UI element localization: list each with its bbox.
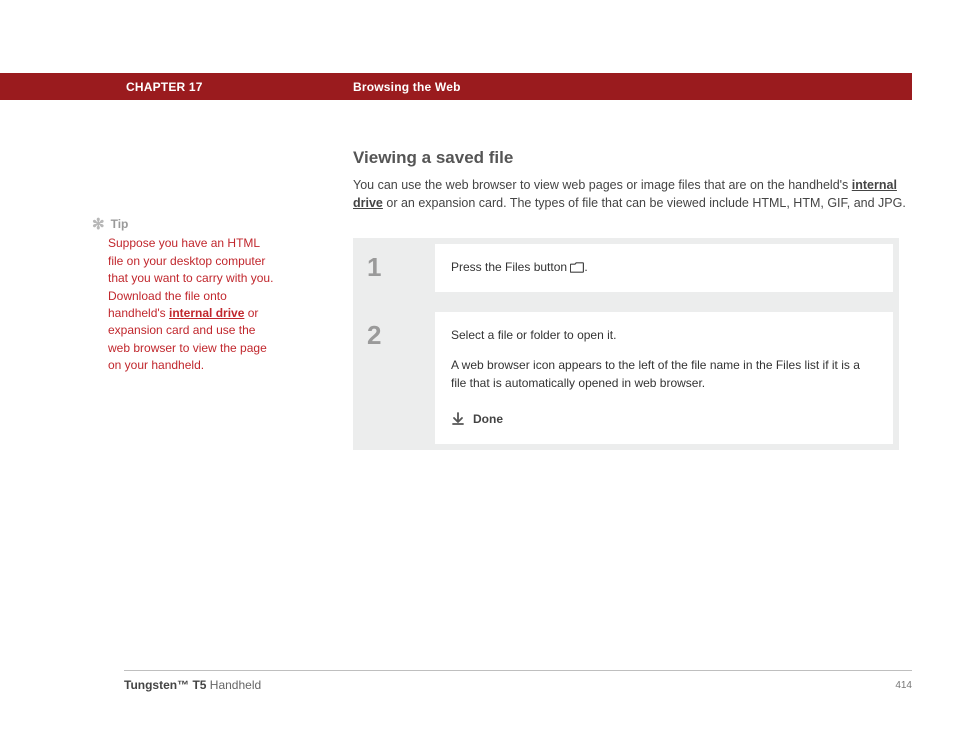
intro-paragraph: You can use the web browser to view web …	[353, 176, 909, 212]
step2-line1: Select a file or folder to open it.	[451, 326, 877, 344]
intro-after: or an expansion card. The types of file …	[383, 196, 906, 210]
step1-before: Press the Files button	[451, 260, 570, 274]
main-content: Viewing a saved file You can use the web…	[353, 148, 909, 450]
footer-product: Tungsten™ T5 Handheld	[124, 678, 261, 692]
step-number: 1	[353, 238, 435, 298]
footer-product-rest: Handheld	[206, 678, 261, 692]
page-heading: Viewing a saved file	[353, 148, 909, 168]
step1-text: Press the Files button .	[451, 258, 877, 276]
asterisk-icon: ✻	[92, 217, 105, 232]
tip-body: Suppose you have an HTML file on your de…	[108, 235, 278, 374]
folder-icon	[570, 260, 584, 274]
steps-container: 1 Press the Files button . 2 Select a fi…	[353, 238, 899, 450]
done-row: Done	[451, 410, 877, 428]
tip-label: Tip	[111, 216, 129, 233]
footer-product-bold: Tungsten™ T5	[124, 678, 206, 692]
chapter-title: Browsing the Web	[353, 80, 461, 94]
done-arrow-icon	[451, 412, 465, 426]
tip-sidebar: ✻ Tip Suppose you have an HTML file on y…	[108, 216, 278, 375]
step-row: 1 Press the Files button .	[353, 238, 899, 298]
chapter-number: CHAPTER 17	[126, 80, 203, 94]
step1-after: .	[584, 260, 587, 274]
document-page: CHAPTER 17 Browsing the Web ✻ Tip Suppos…	[0, 0, 954, 738]
step-body: Press the Files button .	[435, 244, 893, 292]
intro-before: You can use the web browser to view web …	[353, 178, 852, 192]
chapter-header: CHAPTER 17 Browsing the Web	[0, 73, 912, 100]
tip-link-internal-drive[interactable]: internal drive	[169, 306, 244, 320]
step2-line2: A web browser icon appears to the left o…	[451, 356, 877, 392]
step-number: 2	[353, 306, 435, 450]
tip-title-row: ✻ Tip	[108, 216, 278, 233]
step-body: Select a file or folder to open it. A we…	[435, 312, 893, 444]
footer-rule	[124, 670, 912, 671]
done-label: Done	[473, 410, 503, 428]
step-row: 2 Select a file or folder to open it. A …	[353, 298, 899, 450]
footer-page-number: 414	[895, 680, 912, 691]
